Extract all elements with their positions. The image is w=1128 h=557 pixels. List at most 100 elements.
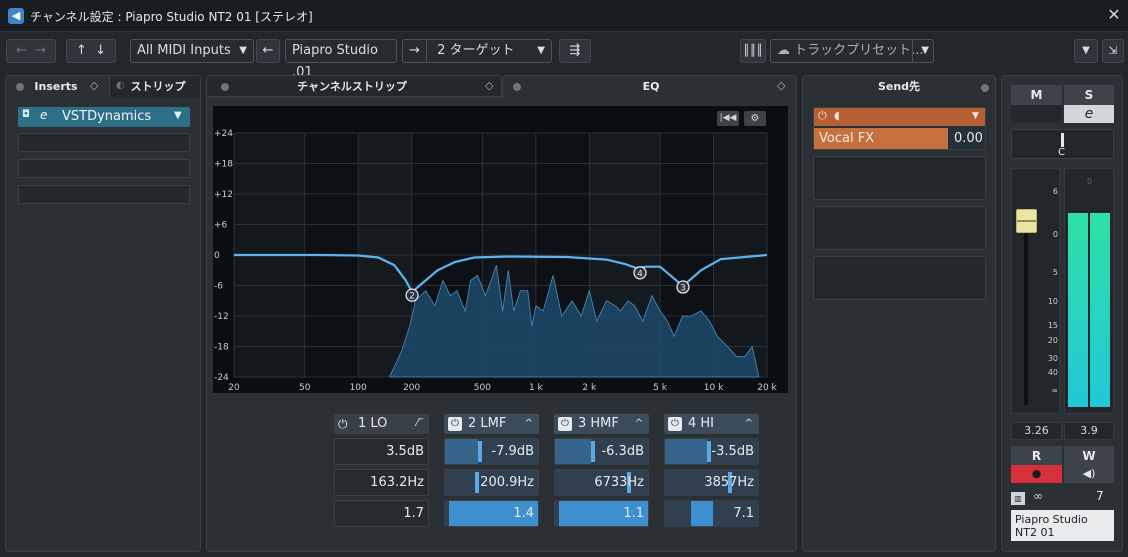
edit-channel-icon[interactable]: e bbox=[1064, 105, 1114, 123]
eq-x-tick-label: 200 bbox=[403, 383, 420, 393]
send-dropdown-icon[interactable]: ▼ bbox=[972, 111, 979, 121]
up-arrow-icon[interactable]: ↑ bbox=[76, 43, 87, 58]
band-filter-type-icon[interactable]: ⁄‾ bbox=[416, 414, 423, 434]
instrument-keyboard-icon[interactable]: ▥ bbox=[1011, 492, 1025, 505]
back-arrow-icon[interactable]: ← bbox=[16, 43, 27, 58]
tab-power-dot-icon[interactable] bbox=[16, 83, 24, 91]
band-power-icon[interactable]: ⏻ bbox=[668, 417, 682, 431]
down-arrow-icon[interactable]: ↓ bbox=[95, 43, 106, 58]
band-gain-field[interactable]: -7.9dB bbox=[444, 438, 539, 465]
tab-strip-label: ストリップ bbox=[130, 80, 186, 93]
tab-pin-icon[interactable]: ◇ bbox=[777, 79, 785, 92]
send-slot-2[interactable] bbox=[813, 156, 986, 200]
routing-left-arrow-icon[interactable]: ← bbox=[256, 39, 280, 63]
meter-left-channel bbox=[1068, 213, 1088, 407]
band-filter-type-icon[interactable]: ^ bbox=[745, 414, 753, 434]
send-slot-1-level[interactable]: 0.00 bbox=[954, 131, 983, 146]
output-target-select[interactable]: → 2 ターゲット ▼ bbox=[402, 39, 552, 63]
tab-pin-icon[interactable]: ◇ bbox=[90, 79, 98, 92]
insert-slot-4[interactable] bbox=[18, 185, 190, 204]
settings-dropdown-icon[interactable]: ▼ bbox=[1074, 39, 1098, 63]
insert-dropdown-icon[interactable]: ▼ bbox=[174, 110, 182, 121]
insert-slot-1[interactable]: ◘ e VSTDynamics ▼ bbox=[18, 107, 190, 127]
send-slot-3[interactable] bbox=[813, 206, 986, 250]
eq-settings-gear-icon[interactable]: ⚙ bbox=[744, 111, 766, 126]
band-power-icon[interactable]: ⏻ bbox=[448, 417, 462, 431]
track-preset-select[interactable]: ☁ トラックプリセット... ▼ bbox=[770, 39, 934, 63]
eq-band-header[interactable]: ⏻ 3 HMF ^ bbox=[554, 414, 649, 434]
mute-button[interactable]: M bbox=[1011, 85, 1062, 105]
band-freq-field[interactable]: 3857Hz bbox=[664, 469, 759, 496]
send-slot-4[interactable] bbox=[813, 256, 986, 300]
history-nav-group: ← → bbox=[6, 39, 56, 63]
band-q-field[interactable]: 1.7 bbox=[334, 500, 429, 527]
solo-button[interactable]: S bbox=[1064, 85, 1114, 105]
eq-band-header[interactable]: ⏻ 1 LO ⁄‾ bbox=[334, 414, 429, 434]
fader-scale-label: 15 bbox=[1047, 321, 1058, 330]
send-pre-post-icon[interactable]: ◖ bbox=[834, 109, 840, 122]
meter-right-channel bbox=[1090, 213, 1110, 407]
tab-power-dot-icon[interactable] bbox=[981, 84, 989, 92]
eq-reset-icon[interactable]: |◀◀ bbox=[717, 111, 739, 126]
eq-graph-svg[interactable]: 2 4 3 +24 +18 +12 +6 0 -6 -12 -18 -2420 50 100 200 500 1… bbox=[213, 106, 788, 393]
close-icon[interactable]: ✕ bbox=[1104, 4, 1124, 26]
insert-slot-2[interactable] bbox=[18, 133, 190, 152]
tab-strip[interactable]: ◐ ストリップ bbox=[110, 76, 200, 98]
band-power-icon[interactable]: ⏻ bbox=[338, 414, 348, 434]
band-filter-type-icon[interactable]: ^ bbox=[635, 414, 643, 434]
band-q-field[interactable]: 1.1 bbox=[554, 500, 649, 527]
write-automation-button[interactable]: W bbox=[1064, 446, 1114, 466]
insert-slot-3[interactable] bbox=[18, 159, 190, 178]
band-q-field[interactable]: 7.1 bbox=[664, 500, 759, 527]
link-icon[interactable]: ∞ bbox=[1033, 489, 1043, 503]
eq-display[interactable]: 2 4 3 +24 +18 +12 +6 0 -6 -12 -18 -24 20 50 100 200 500 1… bbox=[213, 106, 788, 393]
eq-band-handle-label: 2 bbox=[409, 292, 415, 302]
channel-name-label[interactable]: Piapro Studio NT2 01 bbox=[1011, 510, 1114, 541]
pan-control[interactable]: C bbox=[1011, 129, 1114, 159]
band-power-icon[interactable]: ⏻ bbox=[558, 417, 572, 431]
insert-edit-icon[interactable]: e bbox=[40, 108, 47, 122]
eq-band-header[interactable]: ⏻ 4 HI ^ bbox=[664, 414, 759, 434]
eq-y-tick-label: +18 bbox=[214, 160, 233, 170]
meter-peak-readout[interactable]: 3.9 bbox=[1064, 422, 1114, 440]
tab-channel-strip[interactable]: チャンネルストリップ ◇ bbox=[206, 75, 502, 97]
band-gain-field[interactable]: -3.5dB bbox=[664, 438, 759, 465]
band-filter-type-icon[interactable]: ^ bbox=[525, 414, 533, 434]
detach-window-icon[interactable]: ⇲ bbox=[1102, 39, 1124, 63]
fader-track[interactable]: 6 0 5 10 15 20 30 40 ∞ bbox=[1011, 168, 1060, 414]
monitor-button[interactable] bbox=[1011, 105, 1062, 123]
fader-value-readout[interactable]: 3.26 bbox=[1011, 422, 1062, 440]
forward-arrow-icon[interactable]: → bbox=[35, 43, 46, 58]
eq-band-header[interactable]: ⏻ 2 LMF ^ bbox=[444, 414, 539, 434]
send-power-icon[interactable]: ⏻ bbox=[818, 109, 827, 123]
band-freq-field[interactable]: 163.2Hz bbox=[334, 469, 429, 496]
band-gain-field[interactable]: -6.3dB bbox=[554, 438, 649, 465]
tab-power-dot-icon[interactable] bbox=[221, 83, 229, 91]
record-enable-icon[interactable]: ● bbox=[1011, 465, 1062, 483]
channel-number: 7 bbox=[1096, 489, 1104, 503]
pan-value: C bbox=[1058, 147, 1065, 158]
tab-eq[interactable]: EQ ◇ bbox=[502, 75, 797, 98]
output-arrow-icon: → bbox=[403, 40, 427, 62]
band-gain-field[interactable]: 3.5dB bbox=[334, 438, 429, 465]
track-name-field[interactable]: Piapro Studio .01 bbox=[285, 39, 397, 80]
fader-handle[interactable] bbox=[1016, 209, 1037, 233]
midi-input-select[interactable]: All MIDI Inputs ▼ bbox=[130, 39, 254, 63]
keyboard-icon[interactable]: ║║║ bbox=[740, 39, 766, 63]
tab-toggle-icon[interactable]: ◐ bbox=[116, 80, 125, 91]
monitor-speaker-icon[interactable]: ◀) bbox=[1064, 465, 1114, 483]
fader-scale-label: 20 bbox=[1047, 336, 1058, 345]
band-freq-field[interactable]: 6733Hz bbox=[554, 469, 649, 496]
sidechain-routing-icon[interactable]: ⇶ bbox=[559, 39, 591, 63]
send-slot-1: ⏻ ◖ ▼ Vocal FX 0.00 bbox=[813, 107, 986, 150]
band-freq-field[interactable]: 200.9Hz bbox=[444, 469, 539, 496]
read-automation-button[interactable]: R bbox=[1011, 446, 1062, 466]
tab-power-dot-icon[interactable] bbox=[513, 83, 521, 91]
tab-pin-icon[interactable]: ◇ bbox=[485, 79, 493, 92]
tab-inserts[interactable]: Inserts ◇ bbox=[6, 76, 110, 98]
eq-y-tick-label: -6 bbox=[214, 282, 223, 292]
band-gain-marker bbox=[591, 441, 596, 462]
insert-bypass-icon[interactable]: ◘ bbox=[22, 109, 30, 120]
band-q-field[interactable]: 1.4 bbox=[444, 500, 539, 527]
band-name: 4 HI bbox=[688, 416, 715, 431]
